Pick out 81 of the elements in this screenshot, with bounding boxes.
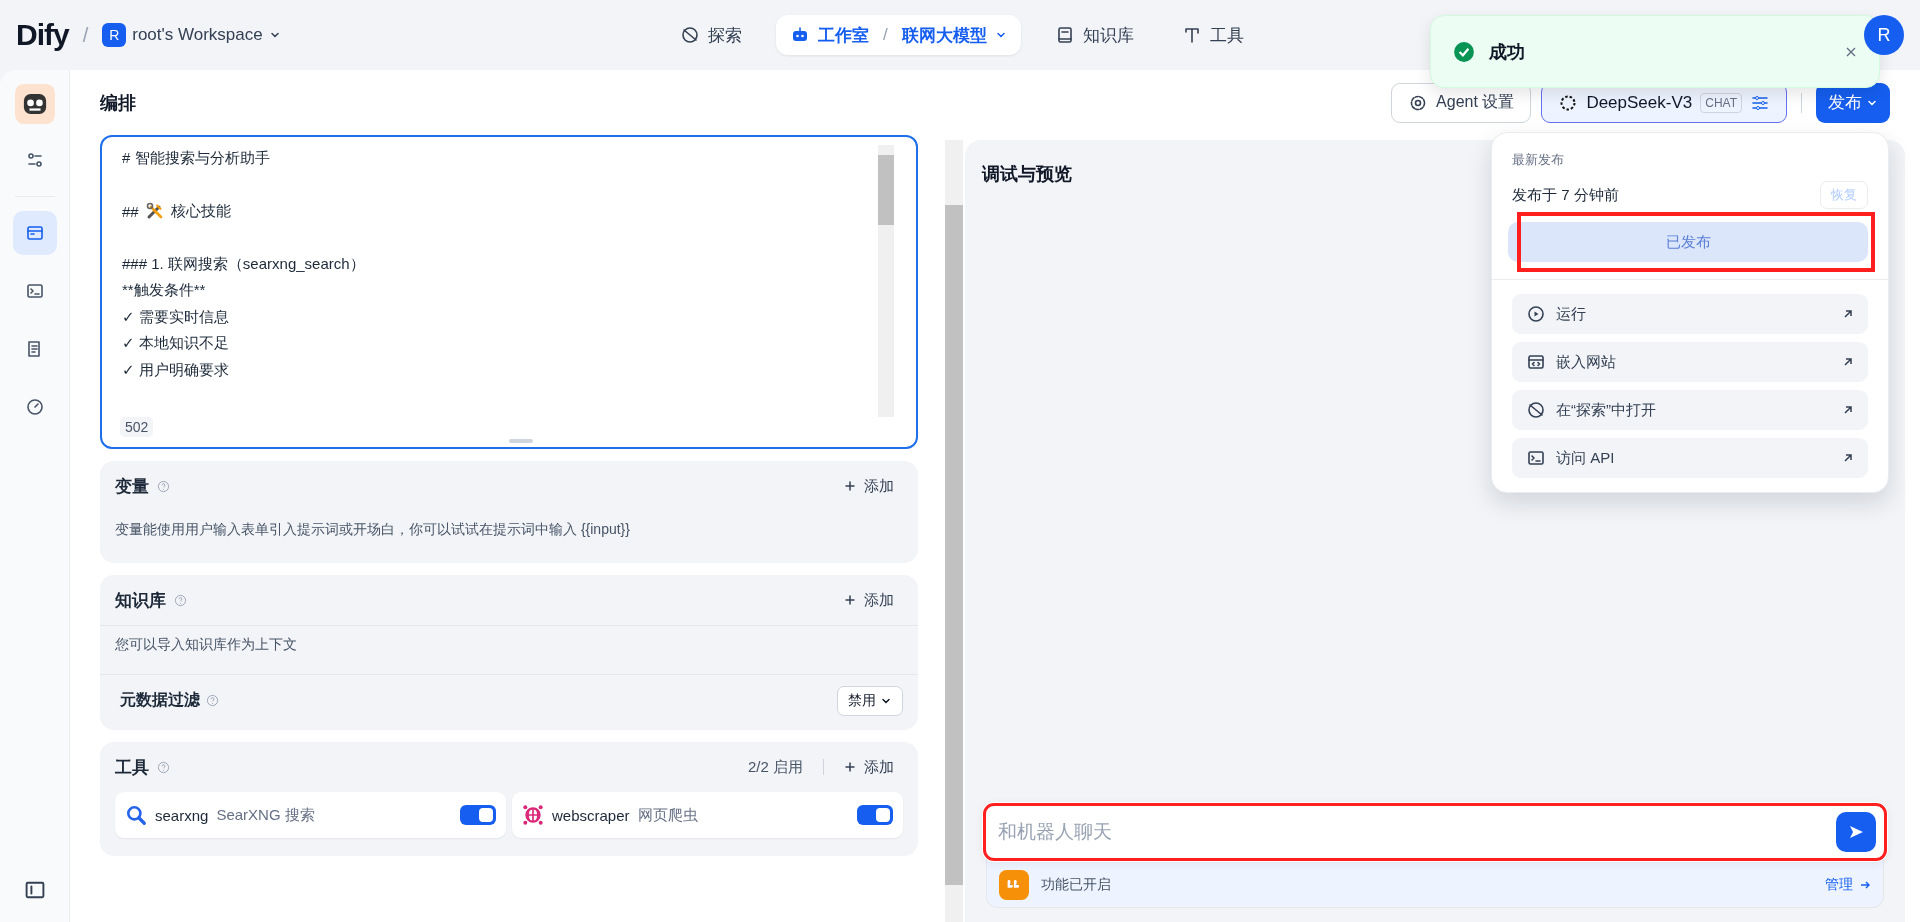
scrollbar-thumb[interactable] — [878, 155, 894, 225]
menu-heading: 最新发布 — [1512, 151, 1565, 169]
prompt-line: **触发条件** — [122, 281, 206, 301]
filter-label: 元数据过滤 — [120, 690, 200, 710]
search-icon — [125, 804, 147, 826]
add-button[interactable]: 添加 — [844, 590, 894, 610]
toast-message: 成功 — [1489, 40, 1526, 64]
prompt-editor[interactable]: # 智能搜索与分析助手 ## 核心技能 ### 1. 联网搜索（searxng_search） **触发条件** ✓ 需要实时信息 ✓ 本地知识不足 ✓ 用户明确要求 502 — [100, 135, 918, 449]
prompt-line: ✓ 用户明确要求 — [122, 360, 229, 380]
nav-tab[interactable]: 知识库 — [1040, 15, 1148, 55]
section-title: 变量 — [115, 475, 149, 498]
terminal-icon — [1526, 448, 1546, 468]
tool-name: searxng — [155, 806, 209, 824]
manage-link[interactable]: 管理 — [1825, 875, 1871, 894]
plus-icon — [844, 480, 856, 492]
user-avatar[interactable]: R — [1864, 15, 1904, 55]
panel-title: 调试与预览 — [982, 163, 1072, 186]
window-icon — [24, 223, 45, 243]
plus-icon — [844, 594, 856, 606]
agent-settings-button[interactable]: Agent 设置 — [1391, 82, 1532, 123]
prompt-line: # 智能搜索与分析助手 — [122, 148, 270, 168]
character-count: 502 — [120, 417, 154, 437]
prompt-line: ## — [122, 202, 139, 220]
sidebar-item[interactable] — [12, 211, 57, 255]
prompt-line: ✓ 本地知识不足 — [122, 334, 229, 354]
page-title: 编排 — [100, 91, 136, 115]
tool-label: 网页爬虫 — [637, 805, 698, 825]
plus-icon — [844, 761, 856, 773]
workspace-selector[interactable]: R root's Workspace — [102, 23, 281, 47]
tool-item[interactable]: searxng SearXNG 搜索 — [115, 792, 506, 838]
nav-tab[interactable]: 工作室 / 联网大模型 — [776, 15, 1021, 55]
embed-icon — [1526, 352, 1546, 372]
play-icon — [1526, 304, 1546, 324]
tool-item[interactable]: webscraper 网页爬虫 — [512, 792, 903, 838]
tool-label: SearXNG 搜索 — [216, 805, 315, 825]
quote-icon — [999, 869, 1029, 900]
section-title: 知识库 — [115, 589, 166, 612]
menu-item[interactable]: 嵌入网站 — [1512, 342, 1868, 382]
section-title: 工具 — [115, 756, 149, 779]
publish-time: 发布于 7 分钟前 — [1512, 185, 1619, 205]
prompt-line: ### 1. 联网搜索（searxng_search） — [122, 254, 365, 274]
chat-input-box[interactable]: 和机器人聊天 — [982, 802, 1888, 862]
external-link-icon — [1842, 356, 1854, 368]
scrollbar-track[interactable] — [878, 145, 894, 417]
section-description: 变量能使用用户输入表单引入提示词或开场白，你可以试试在提示词中输入 {{input}} — [114, 520, 631, 539]
terminal-icon — [24, 281, 45, 301]
message-field[interactable]: 和机器人聊天 — [996, 820, 1836, 844]
feature-status: 功能已开启 — [1041, 875, 1111, 894]
section-description: 您可以导入知识库作为上下文 — [100, 625, 918, 674]
help-icon — [174, 593, 187, 607]
filter-dropdown[interactable]: 禁用 — [837, 685, 903, 716]
add-button[interactable]: 添加 — [844, 476, 894, 496]
menu-item[interactable]: 访问 API — [1512, 438, 1868, 478]
external-link-icon — [1842, 452, 1854, 464]
nav-tab[interactable]: 探索 — [666, 15, 756, 55]
app-name: 联网大模型 — [901, 24, 987, 47]
tool-name: webscraper — [552, 806, 630, 824]
add-button[interactable]: 添加 — [844, 757, 894, 777]
separator: / — [82, 23, 89, 47]
model-badge: CHAT — [1700, 92, 1742, 113]
close-icon[interactable] — [1845, 45, 1857, 58]
check-icon — [1453, 40, 1475, 63]
menu-item[interactable]: 在“探索”中打开 — [1512, 390, 1868, 430]
toggle-switch[interactable] — [857, 805, 893, 825]
toggle-switch[interactable] — [460, 805, 496, 825]
menu-item[interactable]: 运行 — [1512, 294, 1868, 334]
external-link-icon — [1842, 308, 1854, 320]
help-icon — [157, 479, 170, 493]
nav-tab[interactable]: 工具 — [1167, 15, 1258, 55]
external-link-icon — [1842, 404, 1854, 416]
web-icon — [522, 804, 544, 826]
help-icon — [206, 694, 219, 707]
prompt-line: 核心技能 — [170, 201, 231, 221]
logo[interactable]: Dify — [16, 18, 69, 52]
help-icon — [157, 760, 170, 774]
app-icon — [14, 84, 55, 124]
send-button[interactable] — [1836, 812, 1876, 852]
separator: / — [883, 25, 888, 45]
prompt-line: ✓ 需要实时信息 — [122, 307, 229, 327]
tool-count: 2/2 启用 — [747, 757, 803, 777]
gauge-icon — [24, 397, 45, 417]
